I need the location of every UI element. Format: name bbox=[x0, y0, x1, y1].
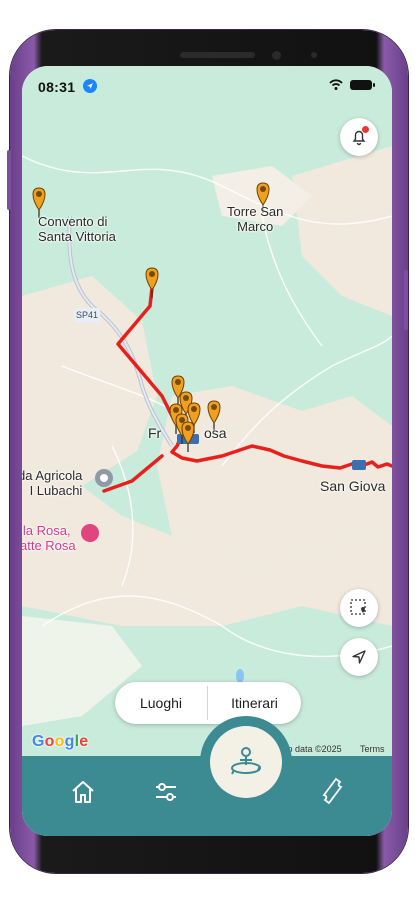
nav-home[interactable] bbox=[67, 776, 99, 808]
status-time: 08:31 bbox=[38, 79, 76, 95]
label-san-giova: San Giova bbox=[320, 478, 386, 494]
road-shield-east bbox=[352, 460, 366, 470]
area-select-button[interactable] bbox=[340, 589, 378, 627]
status-bar: 08:31 bbox=[22, 66, 392, 102]
navigation-arrow-icon bbox=[352, 650, 366, 664]
label-sp41: SP41 bbox=[74, 308, 101, 323]
google-logo: Google bbox=[32, 733, 89, 750]
nav-filters[interactable] bbox=[150, 776, 182, 808]
proximity-sensor bbox=[311, 52, 317, 58]
nav-tickets[interactable] bbox=[317, 776, 349, 808]
my-location-button[interactable] bbox=[340, 638, 378, 676]
label-convento: Convento di Santa Vittoria bbox=[38, 214, 116, 244]
label-torre: Torre San Marco bbox=[227, 204, 284, 234]
notifications-button[interactable] bbox=[340, 118, 378, 156]
wifi-icon bbox=[329, 79, 343, 90]
front-camera bbox=[272, 51, 281, 60]
sliders-icon bbox=[156, 783, 176, 801]
earpiece-speaker bbox=[180, 52, 255, 58]
power-button bbox=[404, 270, 408, 330]
battery-icon bbox=[350, 80, 375, 90]
places-itineraries-toggle: Luoghi Itinerari bbox=[115, 682, 301, 724]
label-bella-rosa: lla Rosa, atte Rosa bbox=[22, 523, 76, 553]
ticket-icon bbox=[322, 777, 343, 805]
map-terms-link[interactable]: Terms bbox=[360, 744, 385, 754]
places-tab[interactable]: Luoghi bbox=[115, 682, 207, 724]
status-indicators bbox=[328, 78, 378, 97]
volume-button bbox=[7, 150, 11, 210]
bnb-poi-icon[interactable] bbox=[81, 524, 99, 542]
home-icon bbox=[72, 781, 94, 803]
area-pin-icon bbox=[350, 599, 366, 615]
screen: Convento di Santa Vittoria Torre San Mar… bbox=[22, 66, 392, 836]
label-town-end: osa bbox=[204, 425, 227, 441]
label-town-start: Fr bbox=[148, 425, 162, 441]
location-arrow-icon bbox=[83, 79, 97, 93]
explore-icon bbox=[231, 747, 261, 775]
notification-badge bbox=[362, 126, 369, 133]
nav-explore-button[interactable] bbox=[210, 726, 282, 798]
lake bbox=[236, 669, 244, 683]
label-agricola: da Agricola I Lubachi bbox=[22, 468, 83, 498]
